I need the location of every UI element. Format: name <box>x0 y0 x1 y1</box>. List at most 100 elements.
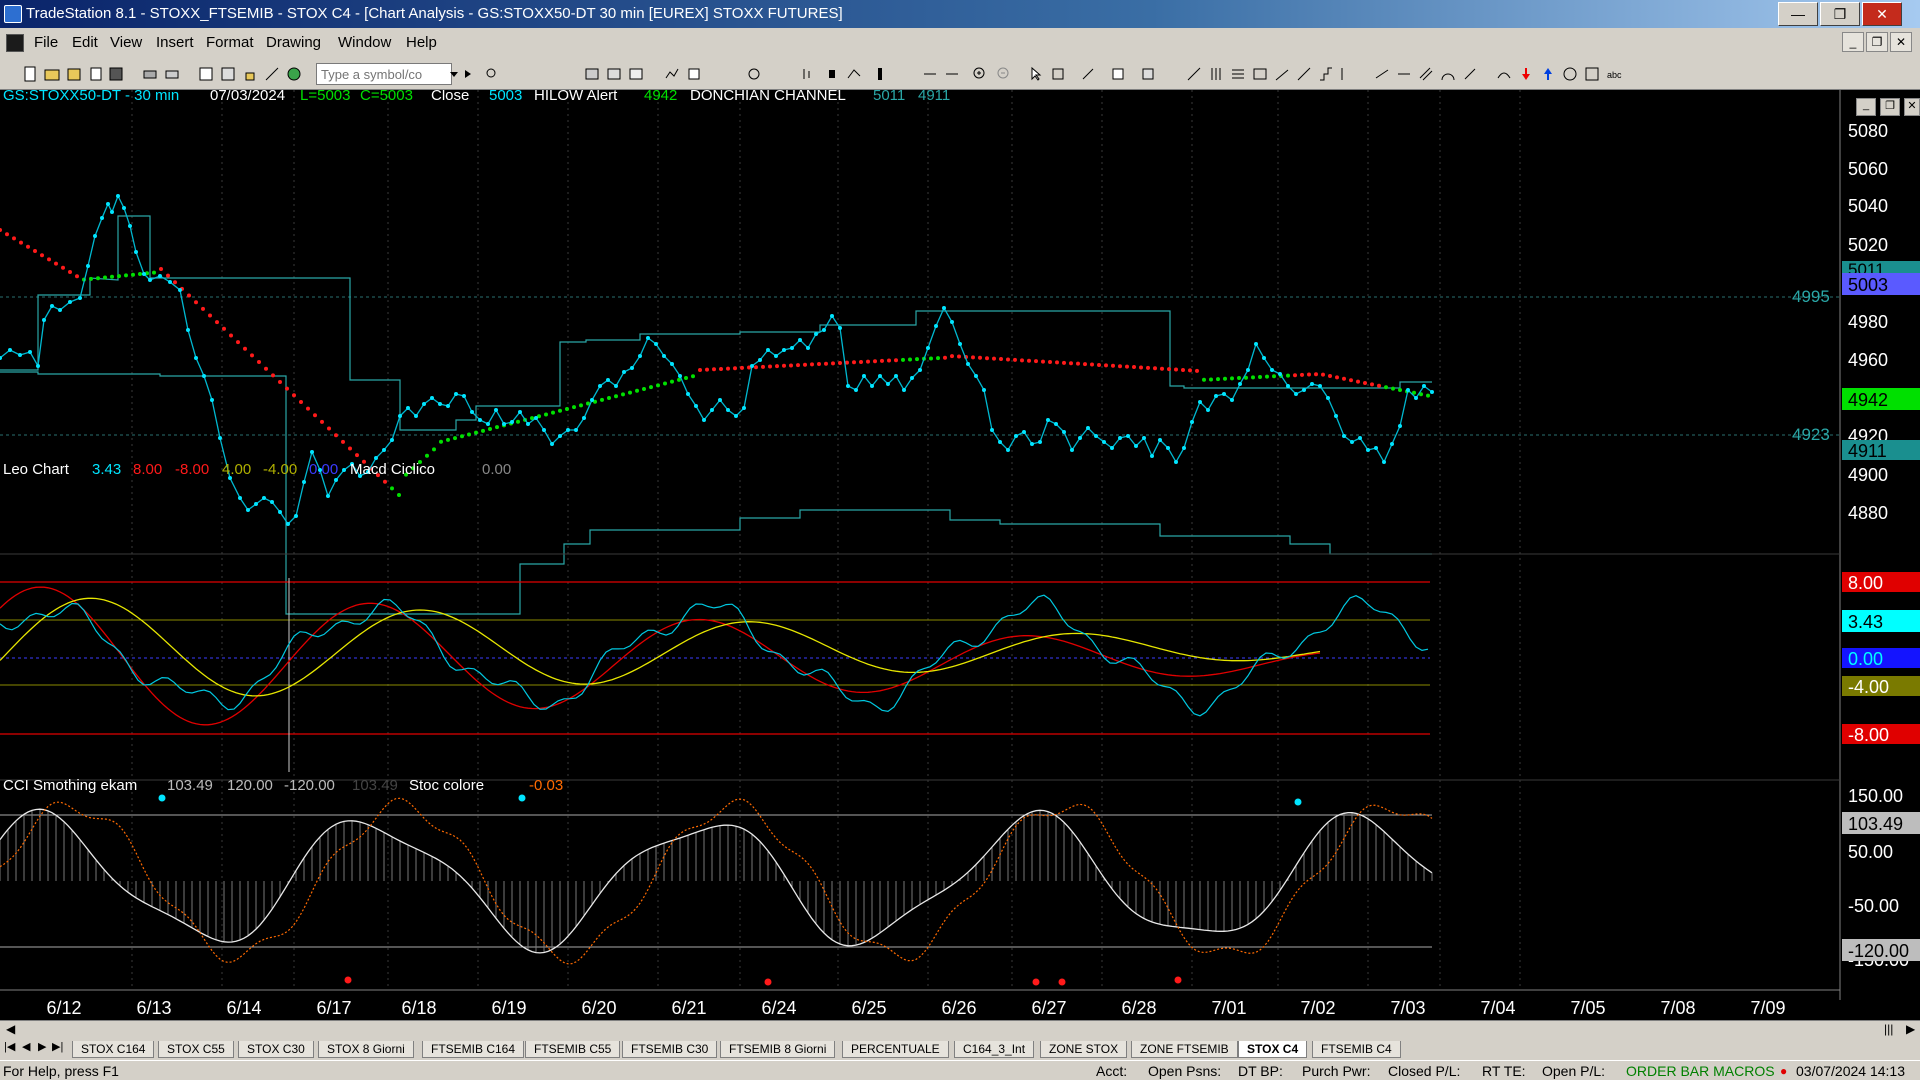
rectangle-icon[interactable] <box>1584 66 1600 82</box>
sheet-tab-stox-c30[interactable]: STOX C30 <box>238 1041 314 1058</box>
save-icon[interactable] <box>108 66 124 82</box>
window-icon[interactable] <box>198 66 214 82</box>
ma-dot <box>908 357 912 362</box>
mdi-minimize-button[interactable]: _ <box>1842 32 1864 52</box>
print-icon[interactable] <box>142 66 158 82</box>
mdi-restore-button[interactable]: ❐ <box>1866 32 1888 52</box>
menu-window[interactable]: Window <box>338 34 391 51</box>
matrix-icon[interactable] <box>628 66 644 82</box>
price-dot <box>1382 460 1386 464</box>
tools-icon[interactable] <box>1080 66 1096 82</box>
sheet-tab-ftsemib-c55[interactable]: FTSEMIB C55 <box>525 1041 621 1058</box>
andrews-pitchfork-icon[interactable] <box>1374 66 1390 82</box>
horizontal-scrollbar[interactable]: ◀ ||| ▶ <box>0 1020 1920 1038</box>
menu-drawing[interactable]: Drawing <box>266 34 321 51</box>
zoom-in-icon[interactable] <box>972 66 988 82</box>
chart-analysis-icon[interactable] <box>584 66 600 82</box>
tab-nav-prev-icon[interactable]: ◀ <box>22 1040 30 1053</box>
ellipse-icon[interactable] <box>1562 66 1578 82</box>
zoom-out-icon[interactable] <box>996 66 1012 82</box>
menu-view[interactable]: View <box>110 34 142 51</box>
lock-icon[interactable] <box>242 66 258 82</box>
print-preview-icon[interactable] <box>164 66 180 82</box>
go-icon[interactable] <box>460 66 476 82</box>
bar-chart-icon[interactable] <box>800 66 816 82</box>
scroll-thumb-icon[interactable]: ||| <box>1884 1022 1893 1036</box>
sheet-tab-stox-c4[interactable]: STOX C4 <box>1238 1041 1308 1058</box>
data-window-icon[interactable] <box>686 66 702 82</box>
chart-type-icon[interactable] <box>664 66 680 82</box>
palette-icon[interactable] <box>286 66 302 82</box>
bar-spacing2-icon[interactable] <box>944 66 960 82</box>
sheet-tab-ftsemib-c4[interactable]: FTSEMIB C4 <box>1312 1041 1401 1058</box>
step-icon[interactable] <box>1318 66 1334 82</box>
symbol-input[interactable] <box>316 63 452 85</box>
scan-icon[interactable] <box>746 66 762 82</box>
radarscreen-icon[interactable] <box>606 66 622 82</box>
close-button[interactable]: ✕ <box>1862 2 1902 26</box>
sheet-tab-zone-ftsemib[interactable]: ZONE FTSEMIB <box>1131 1041 1238 1058</box>
sheet-tab-stox-c55[interactable]: STOX C55 <box>158 1041 234 1058</box>
sheet-tab-ftsemib-c164[interactable]: FTSEMIB C164 <box>422 1041 525 1058</box>
chart-restore-button[interactable]: ❐ <box>1880 98 1900 116</box>
insert-analysis-icon[interactable] <box>1110 66 1126 82</box>
arrow-up-icon[interactable] <box>1540 66 1556 82</box>
tab-nav-first-icon[interactable]: |◀ <box>4 1040 15 1053</box>
chart-area[interactable]: GS:STOXX50-DT - 30 min 07/03/2024 L=5003… <box>0 87 1920 1022</box>
menu-file[interactable]: File <box>34 34 58 51</box>
fib-icon[interactable] <box>1252 66 1268 82</box>
menu-insert[interactable]: Insert <box>156 34 194 51</box>
sheet-tab-zone-stox[interactable]: ZONE STOX <box>1040 1041 1128 1058</box>
new-icon[interactable] <box>22 66 38 82</box>
line-chart-icon[interactable] <box>846 66 862 82</box>
status-macros[interactable]: ORDER BAR MACROS <box>1626 1063 1775 1079</box>
gann-fan-icon[interactable] <box>1296 66 1312 82</box>
open-workspace-icon[interactable] <box>66 66 82 82</box>
new-workspace-icon[interactable] <box>88 66 104 82</box>
sheet-tab-ftsemib-c30[interactable]: FTSEMIB C30 <box>622 1041 718 1058</box>
trendline-icon[interactable] <box>1186 66 1202 82</box>
select-icon[interactable] <box>1050 66 1066 82</box>
maximize-button[interactable]: ❐ <box>1820 2 1860 26</box>
bar-spacing-icon[interactable] <box>922 66 938 82</box>
fib-fan-icon[interactable] <box>1340 66 1356 82</box>
wand-icon[interactable] <box>264 66 280 82</box>
chart-minimize-button[interactable]: _ <box>1856 98 1876 116</box>
sheet-tab-stox-c164[interactable]: STOX C164 <box>72 1041 155 1058</box>
histogram-icon[interactable] <box>872 66 888 82</box>
menu-format[interactable]: Format <box>206 34 254 51</box>
price-dot <box>1118 436 1122 440</box>
minimize-button[interactable]: — <box>1778 2 1818 26</box>
chart-canvas[interactable]: GS:STOXX50-DT - 30 min 07/03/2024 L=5003… <box>0 87 1920 1022</box>
horizontal-arrow-icon[interactable] <box>1396 66 1412 82</box>
sheet-tab-stox-8-giorni[interactable]: STOX 8 Giorni <box>318 1041 414 1058</box>
mdi-close-button[interactable]: ✕ <box>1890 32 1912 52</box>
vertical-lines-icon[interactable] <box>1208 66 1224 82</box>
candle-icon[interactable] <box>824 66 840 82</box>
parallel-lines-icon[interactable] <box>1418 66 1434 82</box>
symbol-lookup-icon[interactable] <box>484 66 500 82</box>
pencil-icon[interactable] <box>1462 66 1478 82</box>
tab-nav-last-icon[interactable]: ▶| <box>52 1040 63 1053</box>
arc-icon[interactable] <box>1440 66 1456 82</box>
arrow-down-icon[interactable] <box>1518 66 1534 82</box>
scroll-right-icon[interactable]: ▶ <box>1906 1022 1915 1036</box>
window2-icon[interactable] <box>220 66 236 82</box>
menu-edit[interactable]: Edit <box>72 34 98 51</box>
scroll-left-icon[interactable]: ◀ <box>6 1022 15 1036</box>
text-icon[interactable]: abc <box>1606 66 1622 82</box>
chart-close-button[interactable]: ✕ <box>1904 98 1920 116</box>
speed-lines-icon[interactable] <box>1274 66 1290 82</box>
tab-nav-next-icon[interactable]: ▶ <box>38 1040 46 1053</box>
status-datetime: 03/07/2024 14:13 <box>1796 1063 1905 1079</box>
sheet-tab-percentuale[interactable]: PERCENTUALE <box>842 1041 949 1058</box>
curve-icon[interactable] <box>1496 66 1512 82</box>
sheet-tab-ftsemib-8-giorni[interactable]: FTSEMIB 8 Giorni <box>720 1041 836 1058</box>
easylanguage-icon[interactable] <box>1140 66 1156 82</box>
open-icon[interactable] <box>44 66 60 82</box>
sheet-tab-c164-3-int[interactable]: C164_3_Int <box>954 1041 1035 1058</box>
price-dot <box>438 402 442 406</box>
horizontal-lines-icon[interactable] <box>1230 66 1246 82</box>
menu-help[interactable]: Help <box>406 34 437 51</box>
pointer-icon[interactable] <box>1028 66 1044 82</box>
